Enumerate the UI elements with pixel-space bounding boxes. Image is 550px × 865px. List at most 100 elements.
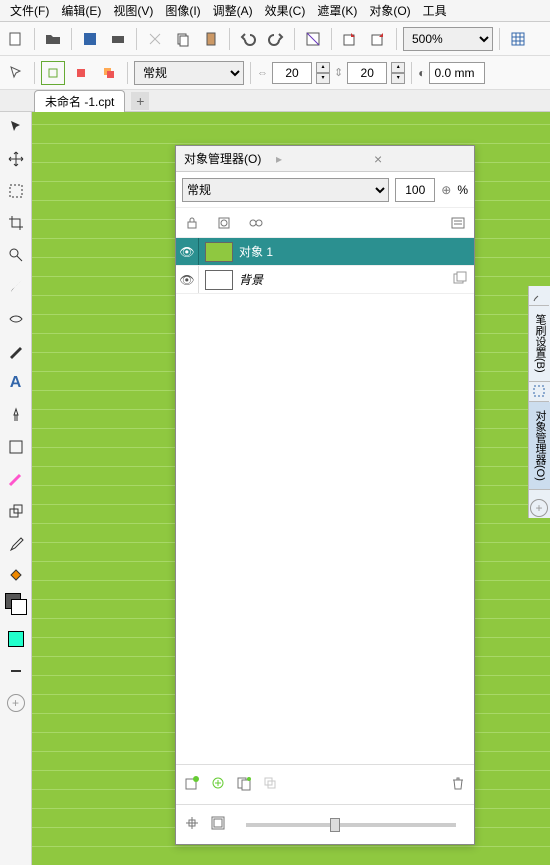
layer-thumbnail	[205, 242, 233, 262]
new-object-icon[interactable]	[41, 61, 65, 85]
eyedropper-tool[interactable]	[5, 532, 27, 554]
right-dock-tabs: 笔刷设置(B) 对象管理器(O) +	[528, 286, 550, 518]
fill-tool[interactable]	[5, 564, 27, 586]
open-button[interactable]	[41, 27, 65, 51]
pick-tool-icon[interactable]	[4, 61, 28, 85]
zoom-tool[interactable]	[5, 244, 27, 266]
marquee-tool[interactable]	[5, 180, 27, 202]
text-tool[interactable]: A	[5, 372, 27, 394]
pick-tool[interactable]	[5, 116, 27, 138]
brush-tab-icon[interactable]	[529, 286, 549, 306]
visibility-icon[interactable]: 👁	[176, 273, 198, 287]
menu-mask[interactable]: 遮罩(K)	[311, 0, 363, 21]
new-button[interactable]	[4, 27, 28, 51]
blend-mode-select[interactable]: 常规	[182, 178, 389, 202]
delete-layer-button[interactable]	[450, 775, 466, 794]
paint-tool[interactable]	[5, 468, 27, 490]
add-tool[interactable]: +	[5, 692, 27, 714]
new-group-button[interactable]	[210, 775, 226, 794]
layer-thumbnail	[205, 270, 233, 290]
import-button[interactable]	[338, 27, 362, 51]
stroke-input[interactable]	[429, 62, 485, 84]
menu-tool[interactable]: 工具	[417, 0, 453, 21]
menu-image[interactable]: 图像(I)	[159, 0, 206, 21]
bg-options-icon[interactable]	[452, 270, 468, 289]
paste-button[interactable]	[199, 27, 223, 51]
hspace-input[interactable]	[272, 62, 312, 84]
reset-colors[interactable]	[5, 660, 27, 682]
panel-zoom-row	[176, 804, 474, 844]
new-mask-button[interactable]	[236, 775, 252, 794]
merge-button[interactable]	[262, 775, 278, 794]
delete-object-icon[interactable]	[69, 61, 93, 85]
zoom-select[interactable]: 500%	[403, 27, 493, 51]
stroke-icon: ◐	[418, 66, 425, 80]
vspace-icon: ⇕	[334, 66, 343, 79]
panel-bottom-toolbar	[176, 764, 474, 804]
percent-label: %	[457, 183, 468, 197]
save-button[interactable]	[78, 27, 102, 51]
toolbox: A +	[0, 112, 32, 865]
layers-list: 👁 对象 1 👁 背景	[176, 238, 474, 764]
vspace-input[interactable]	[347, 62, 387, 84]
document-tab[interactable]: 未命名 -1.cpt	[34, 90, 125, 112]
pen-tool[interactable]	[5, 340, 27, 362]
property-toolbar: 常规 ⇔ ▴▾ ⇕ ▴▾ ◐	[0, 56, 550, 90]
mode-select[interactable]: 常规	[134, 61, 244, 85]
panel-blend-row: 常规 ⊕ %	[176, 172, 474, 208]
panel-titlebar[interactable]: 对象管理器(O) ▸ ×	[176, 146, 474, 172]
layer-row[interactable]: 👁 对象 1	[176, 238, 474, 266]
close-icon[interactable]: ×	[374, 151, 466, 167]
export-button[interactable]	[366, 27, 390, 51]
brush-tool[interactable]	[5, 276, 27, 298]
brush-settings-tab[interactable]: 笔刷设置(B)	[529, 306, 550, 382]
objmgr-tab-icon[interactable]	[529, 382, 549, 402]
clip-icon[interactable]	[214, 213, 234, 233]
menu-adjust[interactable]: 调整(A)	[207, 0, 259, 21]
copy-button[interactable]	[171, 27, 195, 51]
clone-tool[interactable]	[5, 500, 27, 522]
link-icon[interactable]	[246, 213, 266, 233]
menu-effect[interactable]: 效果(C)	[259, 0, 312, 21]
duplicate-object-icon[interactable]	[97, 61, 121, 85]
object-manager-panel: 对象管理器(O) ▸ × 常规 ⊕ % 👁 对象 1 👁 背景	[175, 145, 475, 845]
new-layer-button[interactable]	[184, 775, 200, 794]
panel-title-text: 对象管理器(O)	[184, 150, 276, 167]
menu-object[interactable]: 对象(O)	[363, 0, 416, 21]
layer-options-icon[interactable]	[448, 213, 468, 233]
grid-button[interactable]	[506, 27, 530, 51]
hspace-spinner[interactable]: ▴▾	[316, 62, 330, 84]
lock-icon[interactable]	[182, 213, 202, 233]
eraser-tool[interactable]	[5, 404, 27, 426]
menu-view[interactable]: 视图(V)	[107, 0, 159, 21]
visibility-icon[interactable]: 👁	[176, 245, 198, 259]
shape-tool[interactable]	[5, 436, 27, 458]
opacity-input[interactable]	[395, 178, 435, 202]
menu-bar: 文件(F) 编辑(E) 视图(V) 图像(I) 调整(A) 效果(C) 遮罩(K…	[0, 0, 550, 22]
color-swatches[interactable]	[5, 596, 27, 618]
opacity-lock-icon[interactable]: ⊕	[441, 183, 451, 197]
main-toolbar: 500%	[0, 22, 550, 56]
layer-row[interactable]: 👁 背景	[176, 266, 474, 294]
redo-button[interactable]	[264, 27, 288, 51]
dock-icon[interactable]: ▸	[276, 152, 368, 166]
add-panel-button[interactable]: +	[529, 498, 549, 518]
move-tool[interactable]	[5, 148, 27, 170]
crop-tool[interactable]	[5, 212, 27, 234]
menu-edit[interactable]: 编辑(E)	[55, 0, 107, 21]
secondary-swatch[interactable]	[5, 628, 27, 650]
add-tab-button[interactable]: +	[131, 92, 149, 110]
cut-button[interactable]	[143, 27, 167, 51]
print-button[interactable]	[106, 27, 130, 51]
launch-button[interactable]	[301, 27, 325, 51]
effect-tool[interactable]	[5, 308, 27, 330]
object-manager-tab[interactable]: 对象管理器(O)	[529, 402, 550, 490]
vspace-spinner[interactable]: ▴▾	[391, 62, 405, 84]
thumb-small-icon[interactable]	[184, 815, 200, 834]
thumb-size-slider[interactable]	[246, 823, 456, 827]
menu-file[interactable]: 文件(F)	[4, 0, 55, 21]
thumb-large-icon[interactable]	[210, 815, 226, 834]
undo-button[interactable]	[236, 27, 260, 51]
document-tabs: 未命名 -1.cpt +	[0, 90, 550, 112]
layer-name: 背景	[239, 271, 263, 288]
